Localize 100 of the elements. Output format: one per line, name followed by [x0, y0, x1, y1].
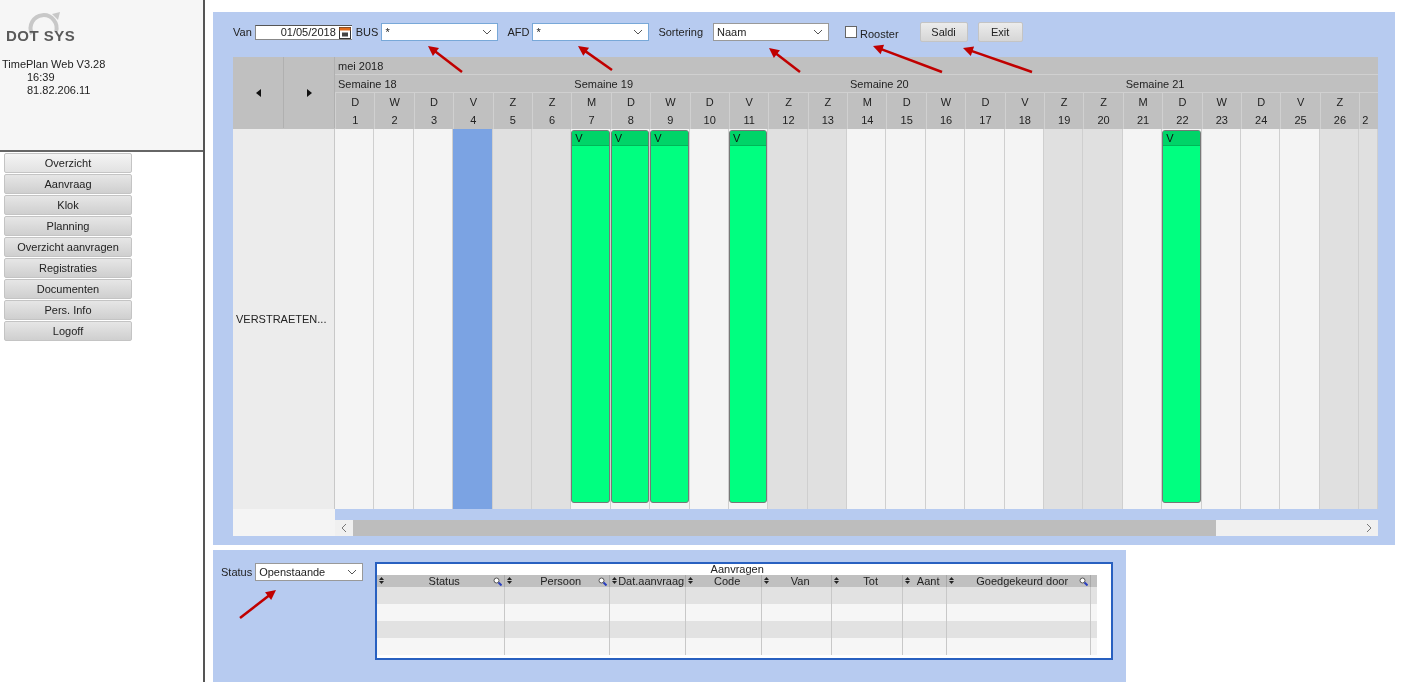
sort-icon[interactable] [905, 577, 911, 584]
menu-item[interactable]: Pers. Info [4, 300, 132, 320]
sort-icon[interactable] [949, 577, 955, 584]
chevron-down-icon [633, 29, 644, 35]
annotation-arrow [578, 46, 613, 72]
day-cell[interactable] [531, 129, 572, 509]
rooster-label: Rooster [860, 27, 899, 40]
version-text: TimePlan Web V3.28 [1, 58, 107, 70]
sort-select[interactable]: Naam [713, 23, 830, 41]
week-label: Semaine 20 [850, 77, 909, 90]
weekday-letter: D [430, 96, 438, 108]
menu-item[interactable]: Klok [4, 195, 132, 215]
annotation-arrow [963, 46, 1033, 74]
afd-label: AFD [507, 26, 530, 38]
rooster-checkbox[interactable] [845, 26, 858, 38]
day-number: 12 [782, 114, 795, 126]
day-cell[interactable] [335, 129, 375, 509]
weekday-letter: M [586, 96, 597, 108]
sort-icon[interactable] [379, 577, 385, 584]
status-select[interactable]: Openstaande [255, 563, 364, 581]
weekday-letter: V [745, 96, 753, 108]
calendar-icon[interactable] [338, 25, 351, 39]
left-arrow-icon[interactable] [255, 88, 261, 97]
day-cell[interactable] [374, 129, 414, 509]
day-number: 23 [1215, 114, 1228, 126]
day-cell[interactable] [1083, 129, 1123, 509]
time-text: 16:39 [26, 71, 56, 83]
weekday-letter: W [1216, 96, 1227, 108]
day-number: 9 [667, 114, 674, 126]
day-cell[interactable] [492, 129, 532, 509]
sort-icon[interactable] [688, 577, 694, 584]
menu-item[interactable]: Logoff [4, 321, 132, 341]
day-number: 16 [939, 114, 953, 126]
search-icon[interactable] [1079, 577, 1089, 586]
menu-item[interactable]: Overzicht [4, 153, 132, 173]
sort-icon[interactable] [764, 577, 770, 584]
toolbar-button[interactable]: Saldi [919, 22, 968, 42]
day-cell[interactable] [847, 129, 887, 509]
date-field[interactable]: 01/05/2018 [254, 24, 352, 40]
sort-icon[interactable] [834, 577, 840, 584]
day-cell[interactable] [1359, 129, 1379, 509]
day-number: 13 [821, 114, 834, 126]
menu-item[interactable]: Registraties [4, 258, 132, 278]
menu-item[interactable]: Documenten [4, 279, 132, 299]
day-cell[interactable] [925, 129, 966, 509]
day-number: 19 [1058, 114, 1071, 126]
weekday-letter: D [626, 96, 635, 108]
day-cell[interactable] [1004, 129, 1045, 509]
sort-icon[interactable] [507, 577, 513, 584]
sort-icon[interactable] [612, 577, 618, 584]
day-number: 17 [979, 114, 992, 126]
column-label: Persoon [540, 575, 582, 587]
day-cell[interactable] [1201, 129, 1241, 509]
day-number: 8 [627, 114, 634, 126]
weekday-letter: M [862, 96, 872, 108]
annotation-arrow [769, 48, 801, 73]
weekday-letter: W [665, 96, 676, 108]
search-icon[interactable] [598, 577, 608, 586]
day-cell[interactable] [886, 129, 926, 509]
weekday-letter: V [1021, 96, 1029, 108]
column-label: Goedgekeurd door [976, 575, 1069, 587]
day-number: 2 [1362, 114, 1369, 126]
day-number: 5 [509, 114, 516, 126]
day-number: 22 [1176, 114, 1189, 126]
weekday-letter: Z [509, 96, 517, 108]
afd-select[interactable]: * [532, 23, 650, 41]
day-cell[interactable] [768, 129, 808, 509]
day-cell[interactable] [1241, 129, 1281, 509]
day-cell[interactable] [689, 129, 729, 509]
bus-select[interactable]: * [381, 23, 499, 41]
day-cell[interactable] [1044, 129, 1084, 509]
day-number: 3 [430, 114, 438, 126]
day-number: 11 [743, 114, 755, 126]
day-cell[interactable] [413, 129, 454, 509]
weekday-letter: W [389, 96, 400, 108]
weekday-letter: W [940, 96, 952, 108]
weekday-letter: M [1138, 96, 1148, 108]
right-arrow-icon[interactable] [306, 88, 312, 97]
annotation-arrow [873, 44, 943, 74]
day-cell[interactable] [1122, 129, 1163, 509]
column-label: Code [714, 575, 741, 587]
day-cell[interactable] [965, 129, 1005, 509]
menu-item[interactable]: Overzicht aanvragen [4, 237, 132, 257]
day-cell[interactable] [1280, 129, 1320, 509]
ip-address: 81.82.206.11 [26, 84, 92, 96]
menu-item[interactable]: Aanvraag [4, 174, 132, 194]
week-label: Semaine 19 [574, 77, 634, 90]
day-number: 15 [900, 114, 913, 126]
chevron-down-icon [482, 29, 493, 35]
chevron-down-icon [813, 29, 824, 35]
menu-item[interactable]: Planning [4, 216, 132, 236]
weekday-letter: Z [1060, 96, 1068, 108]
weekday-letter: D [705, 96, 714, 108]
day-cell[interactable] [807, 129, 848, 509]
toolbar-button[interactable]: Exit [977, 22, 1023, 42]
search-icon[interactable] [493, 577, 503, 586]
horizontal-scrollbar[interactable] [335, 520, 1378, 536]
chevron-down-icon [347, 569, 358, 575]
day-cell[interactable] [453, 129, 493, 509]
day-cell[interactable] [1319, 129, 1360, 509]
